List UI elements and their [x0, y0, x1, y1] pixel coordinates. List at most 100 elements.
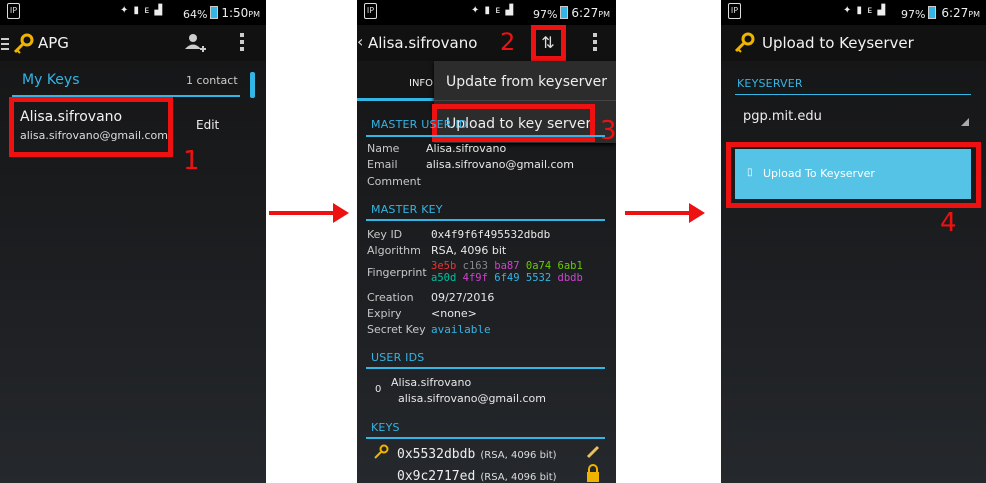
drawer-icon[interactable]	[1, 38, 9, 50]
app-key-icon[interactable]	[733, 32, 755, 54]
screen-2-key-details: IP ✦ ▮ ᴇ ▟ 97% 6:27PM ‹ Alisa.sifrovano …	[357, 0, 616, 483]
master-user-id-header: MASTER USER ID	[371, 118, 468, 131]
master-key-header: MASTER KEY	[371, 203, 443, 216]
screen-1-key-list: IP ✦ ▮ ᴇ ▟ 64% 1:50PM APG My Keys 1 cont…	[0, 0, 266, 483]
screen-title: Upload to Keyserver	[762, 34, 914, 52]
section-divider	[366, 437, 605, 439]
fingerprint-block: 3e5b	[431, 260, 457, 272]
key-icon	[374, 444, 389, 459]
key-id-label: Key ID	[367, 228, 403, 241]
signal-icons: ✦ ▮ ᴇ ▟	[843, 5, 887, 16]
subkey-id: 0x5532dbdb	[397, 447, 476, 462]
fingerprint-block: 4f9f	[462, 272, 488, 284]
menu-divider	[434, 100, 616, 101]
contact-count: 1 contact	[186, 74, 238, 87]
fingerprint-label: Fingerprint	[367, 266, 427, 279]
signal-icons: ✦ ▮ ᴇ ▟	[471, 5, 515, 16]
scrollbar[interactable]	[250, 72, 255, 98]
fingerprint-block: 6f49	[494, 272, 520, 284]
section-divider	[735, 94, 971, 95]
key-id-value: 0x4f9f6f495532dbdb	[431, 228, 551, 241]
my-keys-header: My Keys	[22, 72, 80, 88]
clock: 6:27PM	[941, 6, 980, 20]
pencil-icon	[586, 445, 600, 459]
arrow-1	[269, 203, 349, 223]
user-id-email: alisa.sifrovano@gmail.com	[398, 392, 546, 405]
overflow-menu-icon[interactable]	[240, 33, 244, 53]
battery-level: 97%	[533, 6, 569, 21]
secret-key-label: Secret Key	[367, 323, 426, 336]
app-notification-icon: IP	[364, 3, 377, 19]
edit-button[interactable]: Edit	[196, 118, 219, 132]
app-key-icon	[13, 33, 34, 54]
signal-icons: ✦ ▮ ᴇ ▟	[120, 5, 164, 16]
keyserver-spinner[interactable]: pgp.mit.edu	[735, 104, 971, 130]
keyserver-header: KEYSERVER	[737, 77, 803, 90]
highlight-box-1	[9, 97, 173, 157]
fingerprint-value: 3e5b c163 ba87 0a74 6ab1 a50d 4f9f 6f49 …	[431, 260, 611, 284]
step-number-3: 3	[600, 116, 616, 146]
keys-header: KEYS	[371, 421, 400, 434]
user-ids-header: USER IDS	[371, 351, 425, 364]
section-divider	[366, 367, 605, 369]
battery-level: 97%	[901, 6, 937, 21]
step-number-4: 4	[940, 208, 957, 238]
tab-info-label: INFO	[409, 78, 434, 89]
subkey-id: 0x9c2717ed	[397, 469, 476, 483]
fingerprint-block: ba87	[494, 260, 520, 272]
algorithm-label: Algorithm	[367, 244, 421, 257]
user-id-index: 0	[375, 384, 382, 395]
algorithm-value: RSA, 4096 bit	[431, 244, 507, 257]
add-contact-icon[interactable]	[184, 32, 206, 54]
status-bar: IP ✦ ▮ ᴇ ▟ 64% 1:50PM	[0, 0, 266, 25]
comment-label: Comment	[367, 175, 421, 188]
highlight-box-2	[531, 25, 566, 61]
battery-level: 64%	[183, 6, 219, 21]
fingerprint-block: 0a74	[525, 260, 552, 272]
app-notification-icon: IP	[728, 3, 741, 19]
app-notification-icon: IP	[7, 3, 20, 19]
creation-label: Creation	[367, 291, 414, 304]
section-divider	[366, 135, 605, 137]
name-value: Alisa.sifrovano	[426, 142, 507, 155]
user-id-name: Alisa.sifrovano	[391, 376, 472, 389]
back-icon[interactable]: ‹	[357, 32, 363, 51]
action-bar: ‹ Alisa.sifrovano 2 ⇅	[357, 25, 616, 61]
step-number-2: 2	[500, 28, 516, 56]
key-title: Alisa.sifrovano	[368, 34, 478, 52]
status-bar: IP ✦ ▮ ᴇ ▟ 97% 6:27PM	[721, 0, 986, 25]
fingerprint-block: 6ab1	[557, 260, 583, 272]
fingerprint-block: c163	[462, 260, 488, 272]
creation-value: 09/27/2016	[431, 291, 495, 304]
clock: 6:27PM	[571, 6, 610, 20]
overflow-menu-icon[interactable]	[593, 33, 597, 53]
clock: 1:50PM	[221, 6, 260, 20]
key-row-2[interactable]: 0x9c2717ed (RSA, 4096 bit)	[397, 465, 557, 483]
app-title: APG	[38, 34, 69, 52]
email-value: alisa.sifrovano@gmail.com	[426, 158, 574, 171]
action-bar: APG	[0, 25, 266, 61]
secret-key-value: available	[431, 323, 491, 336]
email-label: Email	[367, 158, 398, 171]
section-divider	[366, 219, 605, 221]
battery-icon	[928, 6, 937, 19]
action-bar: Upload to Keyserver	[721, 25, 986, 61]
fingerprint-block: a50d	[431, 272, 457, 284]
subkey-info: (RSA, 4096 bit)	[480, 472, 557, 483]
lock-icon	[587, 464, 599, 482]
screen-3-upload-keyserver: IP ✦ ▮ ᴇ ▟ 97% 6:27PM Upload to Keyserve…	[721, 0, 986, 483]
name-label: Name	[367, 142, 400, 155]
expiry-value: <none>	[431, 307, 477, 320]
expiry-label: Expiry	[367, 307, 402, 320]
status-bar: IP ✦ ▮ ᴇ ▟ 97% 6:27PM	[357, 0, 616, 25]
menu-update-from-keyserver[interactable]: Update from keyserver	[446, 74, 607, 90]
arrow-2	[625, 203, 705, 223]
battery-icon	[560, 6, 569, 19]
subkey-info: (RSA, 4096 bit)	[480, 450, 557, 461]
step-number-1: 1	[183, 146, 200, 176]
highlight-box-4	[726, 142, 981, 208]
keyserver-value: pgp.mit.edu	[743, 109, 822, 124]
spinner-arrow-icon	[961, 118, 969, 126]
key-row-1[interactable]: 0x5532dbdb (RSA, 4096 bit)	[397, 443, 557, 462]
fingerprint-block: 5532	[525, 272, 552, 284]
